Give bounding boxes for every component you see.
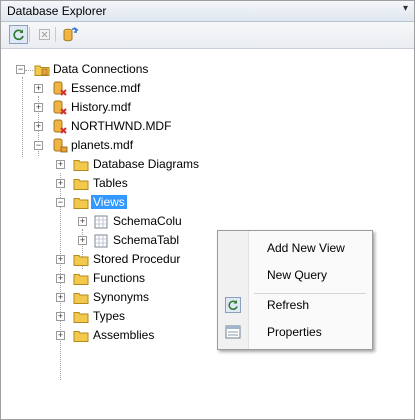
collapse-icon[interactable]: − — [16, 65, 25, 74]
collapse-icon[interactable]: − — [56, 198, 65, 207]
refresh-button[interactable] — [9, 25, 28, 44]
tree-node-folder[interactable]: + Assemblies — [1, 327, 217, 345]
menu-item-new-query[interactable]: New Query — [218, 262, 370, 288]
tree-node-connection[interactable]: − planets.mdf — [1, 137, 221, 155]
tree-guide — [25, 70, 33, 71]
close-icon — [39, 29, 50, 40]
connect-button[interactable] — [61, 25, 80, 44]
folder-icon — [73, 312, 89, 323]
tree-node-label: Stored Procedur — [93, 252, 181, 266]
menu-item-label: Add New View — [267, 241, 345, 255]
tree-node-label: Essence.mdf — [71, 81, 141, 95]
expand-icon[interactable]: + — [56, 179, 65, 188]
database-disconnected-icon — [53, 100, 67, 115]
panel-titlebar: Database Explorer ▾ — [1, 1, 414, 22]
expand-icon[interactable]: + — [56, 331, 65, 340]
tree-node-data-connections[interactable]: − Data Connections — [1, 61, 221, 79]
refresh-icon — [13, 29, 24, 41]
expand-icon[interactable]: + — [34, 103, 43, 112]
collapse-icon[interactable]: − — [34, 141, 43, 150]
tree-node-label: Synonyms — [93, 290, 150, 304]
tree-node-folder[interactable]: + Tables — [1, 175, 241, 193]
tree-node-label: Tables — [93, 176, 128, 190]
menu-item-add-new-view[interactable]: Add New View — [218, 235, 370, 261]
expand-icon[interactable]: + — [78, 236, 87, 245]
panel-menu-icon[interactable]: ▾ — [403, 3, 408, 14]
tree-node-label: History.mdf — [71, 100, 131, 114]
expand-icon[interactable]: + — [34, 84, 43, 93]
database-disconnected-icon — [53, 119, 67, 134]
refresh-icon — [225, 297, 241, 313]
expand-icon[interactable]: + — [78, 217, 87, 226]
menu-item-refresh[interactable]: Refresh — [218, 292, 370, 318]
tree-node-label: Data Connections — [53, 62, 149, 76]
folder-icon — [73, 293, 89, 304]
tree-node-connection[interactable]: + NORTHWND.MDF — [1, 118, 221, 136]
expand-icon[interactable]: + — [56, 274, 65, 283]
toolbar-separator — [55, 27, 56, 42]
stop-button[interactable] — [35, 25, 54, 44]
expand-icon[interactable]: + — [56, 312, 65, 321]
database-disconnected-icon — [53, 81, 67, 96]
folder-icon — [73, 160, 89, 171]
expand-icon[interactable]: + — [56, 255, 65, 264]
tree-node-folder-views[interactable]: − Views — [1, 194, 241, 212]
tree-node-folder[interactable]: + Types — [1, 308, 217, 326]
tree-node-label: planets.mdf — [71, 138, 134, 152]
tree-node-label: SchemaColu — [113, 214, 182, 228]
expand-icon[interactable]: + — [34, 122, 43, 131]
view-icon — [94, 215, 108, 229]
expand-icon[interactable]: + — [56, 160, 65, 169]
expand-icon[interactable]: + — [56, 293, 65, 302]
tree-node-label: Database Diagrams — [93, 157, 200, 171]
database-explorer-panel: Database Explorer ▾ − Data Connections +… — [0, 0, 415, 420]
database-connected-icon — [53, 138, 68, 153]
menu-item-label: Properties — [267, 325, 322, 339]
view-icon — [94, 234, 108, 248]
tree-node-view[interactable]: + SchemaColu — [1, 213, 241, 231]
folder-icon — [73, 255, 89, 266]
folder-open-icon — [73, 198, 89, 209]
tree-node-view[interactable]: + SchemaTabl — [1, 232, 241, 250]
menu-item-label: New Query — [267, 268, 328, 282]
tree-node-label: Functions — [93, 271, 146, 285]
tree-node-label: Types — [93, 309, 126, 323]
folder-icon — [73, 274, 89, 285]
properties-icon — [225, 324, 241, 340]
tree-node-label: NORTHWND.MDF — [71, 119, 172, 133]
panel-title: Database Explorer — [7, 4, 107, 18]
data-connections-icon — [34, 65, 50, 76]
toolbar-separator — [29, 27, 30, 42]
tree-node-label: Assemblies — [93, 328, 155, 342]
menu-item-properties[interactable]: Properties — [218, 319, 370, 345]
tree-node-connection[interactable]: + History.mdf — [1, 99, 221, 117]
tree-node-folder[interactable]: + Synonyms — [1, 289, 217, 307]
tree-node-folder[interactable]: + Stored Procedur — [1, 251, 217, 269]
folder-icon — [73, 331, 89, 342]
context-menu: Add New View New Query Refresh Propertie… — [217, 230, 373, 350]
menu-item-label: Refresh — [267, 298, 310, 312]
panel-toolbar — [1, 22, 414, 49]
tree-node-label: SchemaTabl — [113, 233, 180, 247]
tree-node-folder[interactable]: + Functions — [1, 270, 217, 288]
connect-database-icon — [63, 26, 79, 41]
folder-icon — [73, 179, 89, 190]
tree-node-folder[interactable]: + Database Diagrams — [1, 156, 241, 174]
tree-node-connection[interactable]: + Essence.mdf — [1, 80, 221, 98]
tree-node-label-selected: Views — [91, 195, 127, 209]
